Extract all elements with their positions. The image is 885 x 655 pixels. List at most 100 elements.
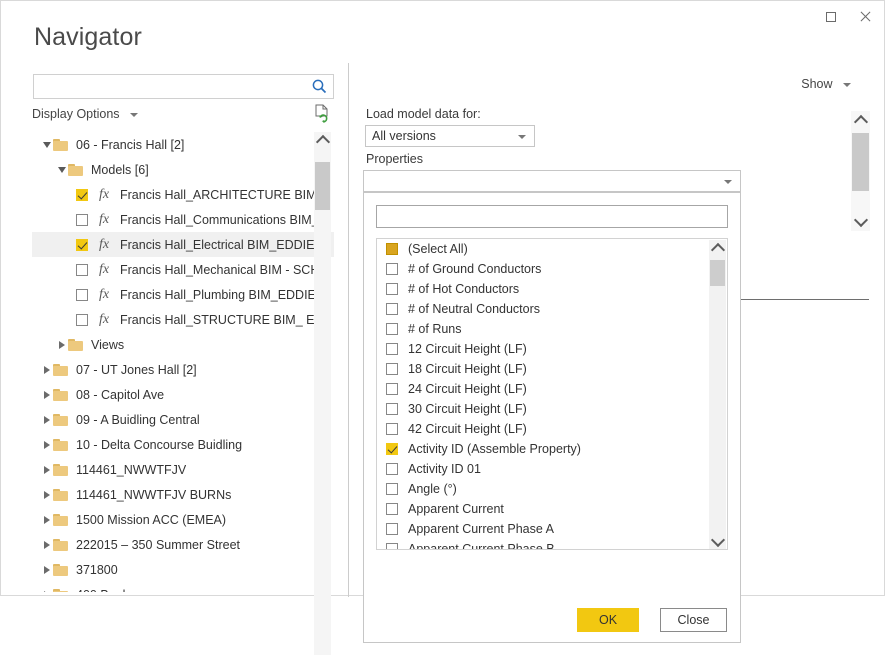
expander-expand[interactable] <box>40 488 53 501</box>
tree-row[interactable]: 08 - Capitol Ave <box>32 382 334 407</box>
tree-row[interactable]: fxFrancis Hall_Electrical BIM_EDDIE <box>32 232 334 257</box>
property-checkbox[interactable] <box>386 543 398 550</box>
properties-list-scrollbar[interactable] <box>709 240 726 550</box>
maximize-button[interactable] <box>814 3 848 31</box>
tree-item-checkbox[interactable] <box>76 214 88 226</box>
property-checkbox[interactable] <box>386 523 398 535</box>
tree-row[interactable]: 222015 – 350 Summer Street <box>32 532 334 557</box>
property-label: # of Hot Conductors <box>408 282 519 296</box>
tree-item-checkbox[interactable] <box>76 264 88 276</box>
property-list-item[interactable]: 24 Circuit Height (LF) <box>377 379 727 399</box>
display-options-dropdown[interactable]: Display Options <box>32 107 138 121</box>
expander-expand[interactable] <box>40 438 53 451</box>
search-input[interactable] <box>39 77 308 98</box>
tree-row[interactable]: 1500 Mission ACC (EMEA) <box>32 507 334 532</box>
page-scrollbar-thumb[interactable] <box>852 133 869 191</box>
tree-row[interactable]: Views <box>32 332 334 357</box>
property-list-item[interactable]: (Select All) <box>377 239 727 259</box>
tree-scroll-up-button[interactable] <box>314 132 331 149</box>
property-list-item[interactable]: Apparent Current Phase B <box>377 539 727 550</box>
property-checkbox[interactable] <box>386 283 398 295</box>
property-list-item[interactable]: # of Ground Conductors <box>377 259 727 279</box>
tree-row[interactable]: fxFrancis Hall_ARCHITECTURE BIM_20... <box>32 182 334 207</box>
property-checkbox[interactable] <box>386 403 398 415</box>
tree-row[interactable]: 400 Beale <box>32 582 334 592</box>
expander-expand[interactable] <box>40 388 53 401</box>
versions-select-value: All versions <box>372 129 436 143</box>
tree-item-checkbox[interactable] <box>76 289 88 301</box>
expander-expand[interactable] <box>40 563 53 576</box>
tree-scrollbar-thumb[interactable] <box>315 162 330 210</box>
close-window-button[interactable] <box>848 3 882 31</box>
property-list-item[interactable]: Apparent Current Phase A <box>377 519 727 539</box>
property-checkbox[interactable] <box>386 423 398 435</box>
tree-row[interactable]: 06 - Francis Hall [2] <box>32 132 334 157</box>
properties-list[interactable]: (Select All) # of Ground Conductors # of H… <box>376 238 728 550</box>
property-list-item[interactable]: # of Hot Conductors <box>377 279 727 299</box>
expander-expand[interactable] <box>40 588 53 592</box>
page-scrollbar[interactable] <box>851 111 870 231</box>
tree-row[interactable]: fxFrancis Hall_Plumbing BIM_EDDIE <box>32 282 334 307</box>
expander-expand[interactable] <box>40 413 53 426</box>
tree-item-checkbox[interactable] <box>76 189 88 201</box>
tree-row[interactable]: 07 - UT Jones Hall [2] <box>32 357 334 382</box>
tree-row[interactable]: fxFrancis Hall_STRUCTURE BIM_ EDDIE <box>32 307 334 332</box>
page-scroll-down-button[interactable] <box>851 212 870 231</box>
property-list-item[interactable]: Activity ID 01 <box>377 459 727 479</box>
property-checkbox[interactable] <box>386 383 398 395</box>
property-list-item[interactable]: Apparent Current <box>377 499 727 519</box>
tree-row[interactable]: 114461_NWWTFJV <box>32 457 334 482</box>
property-list-item[interactable]: Activity ID (Assemble Property) <box>377 439 727 459</box>
property-checkbox[interactable] <box>386 483 398 495</box>
tree-row[interactable]: Models [6] <box>32 157 334 182</box>
tree-row[interactable]: fxFrancis Hall_Mechanical BIM - SCHE... <box>32 257 334 282</box>
expander-expand[interactable] <box>40 538 53 551</box>
property-list-item[interactable]: # of Runs <box>377 319 727 339</box>
property-list-item[interactable]: 30 Circuit Height (LF) <box>377 399 727 419</box>
property-checkbox[interactable] <box>386 503 398 515</box>
property-checkbox[interactable] <box>386 323 398 335</box>
properties-select[interactable] <box>363 170 741 192</box>
expander-expand[interactable] <box>40 363 53 376</box>
tree-item-checkbox[interactable] <box>76 314 88 326</box>
tree-row[interactable]: 09 - A Buidling Central <box>32 407 334 432</box>
property-checkbox[interactable] <box>386 463 398 475</box>
search-icon[interactable] <box>311 78 328 95</box>
tree-row[interactable]: 371800 <box>32 557 334 582</box>
properties-scrollbar-thumb[interactable] <box>710 260 725 286</box>
property-list-item[interactable]: Angle (°) <box>377 479 727 499</box>
property-list-item[interactable]: 42 Circuit Height (LF) <box>377 419 727 439</box>
properties-search-input[interactable] <box>377 206 727 227</box>
property-list-item[interactable]: # of Neutral Conductors <box>377 299 727 319</box>
tree-item-label: 1500 Mission ACC (EMEA) <box>76 513 226 527</box>
expander-expand[interactable] <box>55 338 68 351</box>
tree-row[interactable]: 114461_NWWTFJV BURNs <box>32 482 334 507</box>
property-checkbox[interactable] <box>386 443 398 455</box>
model-tree[interactable]: 06 - Francis Hall [2]Models [6]fxFrancis… <box>32 132 334 592</box>
property-checkbox[interactable] <box>386 303 398 315</box>
tree-row[interactable]: 10 - Delta Concourse Buidling <box>32 432 334 457</box>
property-checkbox[interactable] <box>386 343 398 355</box>
property-list-item[interactable]: 18 Circuit Height (LF) <box>377 359 727 379</box>
expander-collapse[interactable] <box>55 163 68 176</box>
refresh-document-icon[interactable] <box>313 104 331 123</box>
page-scroll-up-button[interactable] <box>851 111 870 130</box>
property-checkbox[interactable] <box>386 263 398 275</box>
tree-row[interactable]: fxFrancis Hall_Communications BIM_E... <box>32 207 334 232</box>
property-checkbox[interactable] <box>386 363 398 375</box>
properties-scroll-up-button[interactable] <box>709 240 726 257</box>
property-list-item[interactable]: 12 Circuit Height (LF) <box>377 339 727 359</box>
expander-collapse[interactable] <box>40 138 53 151</box>
property-checkbox[interactable] <box>386 243 398 255</box>
property-label: (Select All) <box>408 242 468 256</box>
properties-search-box[interactable] <box>376 205 728 228</box>
expander-expand[interactable] <box>40 463 53 476</box>
expander-expand[interactable] <box>40 513 53 526</box>
ok-button[interactable]: OK <box>577 608 639 632</box>
tree-scrollbar[interactable] <box>314 132 331 655</box>
versions-select[interactable]: All versions <box>365 125 535 147</box>
close-button[interactable]: Close <box>660 608 727 632</box>
tree-item-checkbox[interactable] <box>76 239 88 251</box>
search-box[interactable] <box>33 74 334 99</box>
properties-scroll-down-button[interactable] <box>709 533 726 550</box>
